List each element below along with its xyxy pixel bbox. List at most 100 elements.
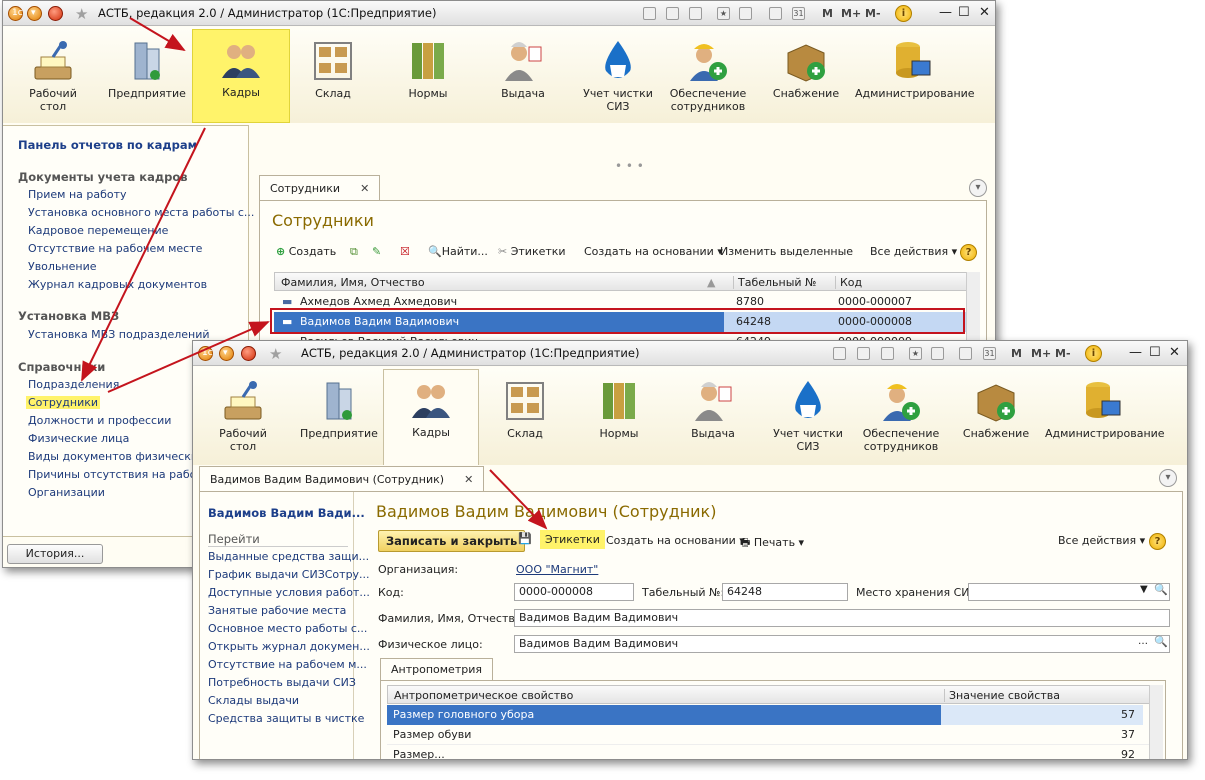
save-and-close-button[interactable]: Записать и закрыть [378,530,526,552]
help-icon[interactable]: ? [960,244,977,261]
nav-title[interactable]: Вадимов Вадим Вади... [208,506,365,520]
save-disk-icon[interactable]: 💾 [518,532,532,545]
fio-field[interactable]: Вадимов Вадим Вадимович [514,609,1170,627]
create-button[interactable]: ⊕ Создать [276,245,336,258]
stop-icon[interactable] [48,6,63,21]
section-desktop[interactable]: Рабочий стол [23,31,83,121]
org-link[interactable]: ООО "Магнит" [516,563,598,576]
sort-icon[interactable]: ▲ [707,276,715,289]
search-icon[interactable]: 🔍 [1154,583,1168,596]
grid-scrollbar[interactable] [1149,685,1163,759]
nav-issue-warehouses[interactable]: Склады выдачи [208,694,299,707]
section-ppe-cleaning[interactable]: Учет чистки СИЗ [578,31,658,121]
nav-individuals[interactable]: Физические лица [28,432,129,445]
section-administration[interactable]: Администрирование [855,31,975,121]
edit-pencil-icon[interactable]: ✎ [372,245,381,258]
nav-absence[interactable]: Отсутствие на рабочем месте [28,242,202,255]
dropdown-arrow-icon[interactable]: ▼ [1140,584,1148,595]
col-property[interactable]: Антропометрическое свойство [394,689,573,702]
chevron-down-icon[interactable]: ▾ [969,179,987,197]
minimize-button[interactable]: — [1129,345,1142,360]
section-enterprise[interactable]: Предприятие [299,371,379,461]
close-tab-icon[interactable]: ✕ [464,473,473,486]
table-row[interactable]: Размер... 92 [387,745,1161,759]
calendar-icon[interactable]: 31 [792,7,805,20]
section-administration[interactable]: Администрирование [1045,371,1165,461]
tab-employee-card[interactable]: Вадимов Вадим Вадимович (Сотрудник) ✕ [199,466,485,492]
memory-m-button[interactable]: M [822,7,833,20]
create-based-button[interactable]: Создать на основании ▾ [606,534,745,547]
stop-icon[interactable] [241,346,256,361]
nav-open-journal[interactable]: Открыть журнал докумен... [208,640,370,653]
col-value[interactable]: Значение свойства [944,689,1060,702]
nav-mvz-departments[interactable]: Установка МВЗ подразделений [28,328,210,341]
copy-icon[interactable]: ⧉ [350,245,358,259]
app-logo-icon[interactable]: 1c [198,346,213,361]
tab-employees[interactable]: Сотрудники ✕ [259,175,381,201]
menu-dropdown-icon[interactable]: ▾ [27,6,42,21]
section-desktop[interactable]: Рабочий стол [213,371,273,461]
section-procurement[interactable]: Снабжение [767,31,845,121]
section-warehouse[interactable]: Склад [495,371,555,461]
nav-ppe-in-cleaning[interactable]: Средства защиты в чистке [208,712,364,725]
delete-icon[interactable]: ☒ [400,245,410,258]
nav-work-conditions[interactable]: Доступные условия работ... [208,586,370,599]
search-icon[interactable]: 🔍 [1154,635,1168,648]
nav-organizations[interactable]: Организации [28,486,105,499]
all-actions-button[interactable]: Все действия ▾ [870,245,957,258]
tab-anthropometry[interactable]: Антропометрия [380,658,493,680]
table-row[interactable]: Размер обуви 37 [387,725,1161,745]
close-button[interactable]: ✕ [1169,345,1180,360]
section-warehouse[interactable]: Склад [303,31,363,121]
favorites-star-icon[interactable]: ★ [269,345,282,363]
add-favorite-icon[interactable]: ★ [909,347,922,360]
close-button[interactable]: ✕ [979,5,990,20]
change-selected-button[interactable]: Изменить выделенные [720,245,853,258]
nav-positions[interactable]: Должности и профессии [28,414,171,427]
info-icon[interactable]: i [1085,345,1102,362]
select-ellipsis-icon[interactable]: … [1138,636,1148,647]
section-issue[interactable]: Выдача [683,371,743,461]
nav-occupied-workplaces[interactable]: Занятые рабочие места [208,604,346,617]
nav-hr-journal[interactable]: Журнал кадровых документов [28,278,207,291]
nav-transfer[interactable]: Кадровое перемещение [28,224,168,237]
panel-title[interactable]: Панель отчетов по кадрам [18,138,197,152]
app-logo-icon[interactable]: 1c [8,6,23,21]
section-hr[interactable]: Кадры [383,369,479,465]
memory-mminus-button[interactable]: M- [865,7,881,20]
section-norms[interactable]: Нормы [398,31,458,121]
nav-hiring[interactable]: Прием на работу [28,188,127,201]
maximize-button[interactable]: ☐ [958,5,970,20]
find-button[interactable]: 🔍Найти... [428,245,488,258]
col-fio[interactable]: Фамилия, Имя, Отчество [281,276,425,289]
print-icon[interactable] [666,7,679,20]
history-icon[interactable] [739,7,752,20]
nav-issued-ppe[interactable]: Выданные средства защи... [208,550,369,563]
save-icon[interactable] [833,347,846,360]
labels-button[interactable]: Этикетки [540,530,605,549]
calculator-icon[interactable] [959,347,972,360]
section-hr[interactable]: Кадры [192,29,290,123]
favorites-star-icon[interactable]: ★ [75,5,88,23]
code-field[interactable]: 0000-000008 [514,583,634,601]
section-ppe-cleaning[interactable]: Учет чистки СИЗ [768,371,848,461]
minimize-button[interactable]: — [939,5,952,20]
memory-mminus-button[interactable]: M- [1055,347,1071,360]
section-procurement[interactable]: Снабжение [957,371,1035,461]
section-employee-supply[interactable]: Обеспечение сотрудников [861,371,941,461]
person-field[interactable]: Вадимов Вадим Вадимович [514,635,1170,653]
nav-dismissal[interactable]: Увольнение [28,260,97,273]
nav-doc-types[interactable]: Виды документов физических л [28,450,215,463]
calendar-icon[interactable]: 31 [983,347,996,360]
nav-employees[interactable]: Сотрудники [26,396,101,409]
section-employee-supply[interactable]: Обеспечение сотрудников [668,31,748,121]
section-norms[interactable]: Нормы [589,371,649,461]
maximize-button[interactable]: ☐ [1149,345,1161,360]
nav-ppe-need[interactable]: Потребность выдачи СИЗ [208,676,356,689]
splitter-handle[interactable]: • • • [615,159,644,173]
labels-button[interactable]: ✂ Этикетки [498,245,566,258]
chevron-down-icon[interactable]: ▾ [1159,469,1177,487]
preview-icon[interactable] [689,7,702,20]
nav-absence-reasons[interactable]: Причины отсутствия на работе [28,468,210,481]
info-icon[interactable]: i [895,5,912,22]
